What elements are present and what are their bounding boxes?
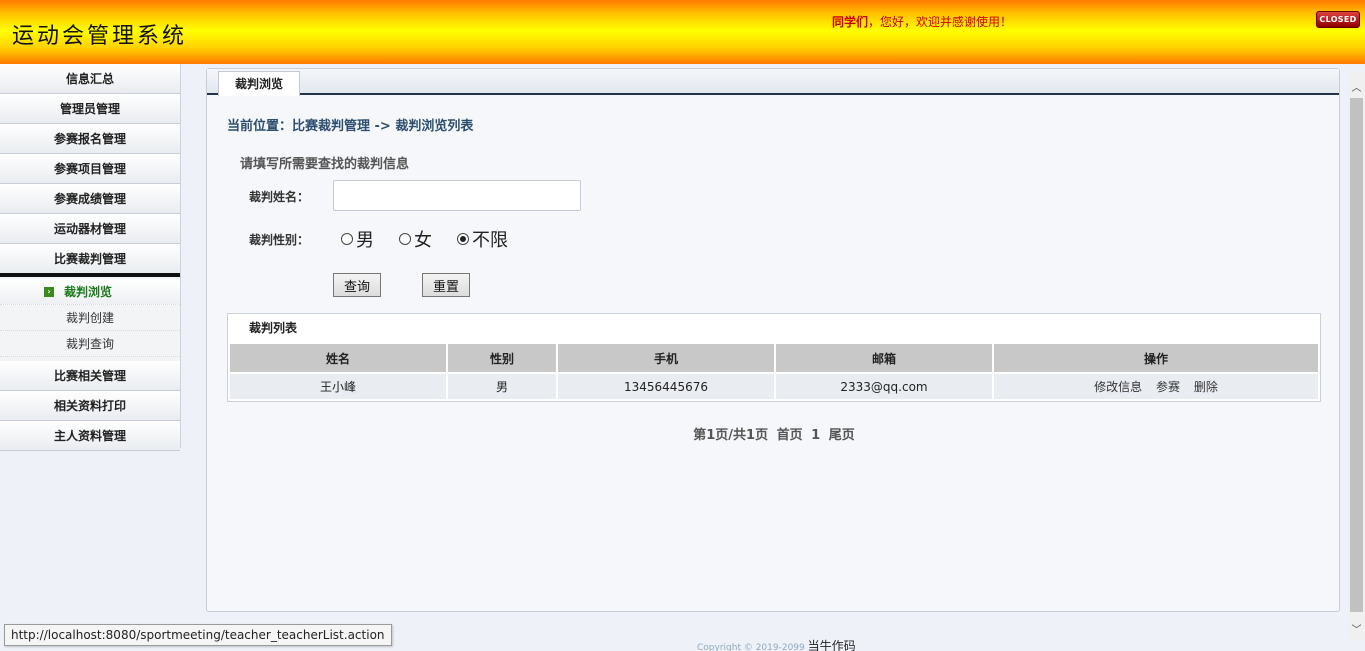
sidebar-item-registration[interactable]: 参赛报名管理 xyxy=(0,124,180,154)
edit-link[interactable]: 修改信息 xyxy=(1094,380,1142,394)
cell-phone: 13456445676 xyxy=(558,374,774,399)
gender-option-label: 女 xyxy=(414,230,432,251)
radio-checked-icon xyxy=(457,233,469,245)
sidebar-item-info-summary[interactable]: 信息汇总 xyxy=(0,64,180,94)
gender-radio-female[interactable]: 女 xyxy=(399,226,432,252)
welcome-message: 同学们，您好，欢迎并感谢使用！ xyxy=(832,13,1012,30)
gender-label: 裁判性别： xyxy=(249,233,310,247)
participate-link[interactable]: 参赛 xyxy=(1156,380,1180,394)
delete-link[interactable]: 删除 xyxy=(1194,380,1218,394)
sidebar-item-events[interactable]: 参赛项目管理 xyxy=(0,154,180,184)
pagination[interactable]: 第1页/共1页 首页 1 尾页 xyxy=(207,424,1341,443)
cell-email: 2333@qq.com xyxy=(776,374,992,399)
tab-referee-browse[interactable]: 裁判浏览 xyxy=(218,71,301,96)
sidebar-item-profile[interactable]: 主人资料管理 xyxy=(0,421,180,451)
column-header-gender: 性别 xyxy=(448,344,556,372)
sidebar-item-scores[interactable]: 参赛成绩管理 xyxy=(0,184,180,214)
referee-table: 姓名 性别 手机 邮箱 操作 王小峰 男 13456445676 2333@qq… xyxy=(228,342,1320,401)
cell-name: 王小峰 xyxy=(230,374,446,399)
referee-table-panel: 裁判列表 姓名 性别 手机 邮箱 操作 王小峰 男 13456445676 23… xyxy=(227,313,1321,402)
footer: Copyright © 2019-2099 当牛作码 xyxy=(697,637,856,651)
scroll-thumb[interactable] xyxy=(1350,98,1363,612)
cell-gender: 男 xyxy=(448,374,556,399)
status-bar-url: http://localhost:8080/sportmeeting/teach… xyxy=(4,624,392,646)
gender-radio-any[interactable]: 不限 xyxy=(457,226,508,252)
gender-option-label: 不限 xyxy=(472,230,508,251)
cell-actions: 修改信息 参赛 删除 xyxy=(994,374,1318,399)
radio-icon xyxy=(341,233,353,245)
submenu-item-label: 裁判浏览 xyxy=(64,285,113,299)
column-header-name: 姓名 xyxy=(230,344,446,372)
reset-button[interactable]: 重置 xyxy=(422,273,471,297)
submenu-item-query[interactable]: 裁判查询 xyxy=(0,331,180,357)
arrow-right-icon: › xyxy=(44,286,54,297)
table-header-row: 姓名 性别 手机 邮箱 操作 xyxy=(230,344,1318,372)
column-header-email: 邮箱 xyxy=(776,344,992,372)
gender-radio-male[interactable]: 男 xyxy=(341,226,374,252)
scroll-up-icon[interactable]: ︿ xyxy=(1348,78,1365,95)
sidebar-item-referees[interactable]: 比赛裁判管理 xyxy=(0,244,180,277)
submenu-item-browse[interactable]: › 裁判浏览 xyxy=(0,279,180,305)
app-header: 运动会管理系统 同学们，您好，欢迎并感谢使用！ CLOSED xyxy=(0,0,1365,64)
column-header-phone: 手机 xyxy=(558,344,774,372)
vertical-scrollbar[interactable]: ︿ ﹀ xyxy=(1348,72,1365,640)
column-header-actions: 操作 xyxy=(994,344,1318,372)
query-button[interactable]: 查询 xyxy=(333,273,382,297)
sidebar-item-competition[interactable]: 比赛相关管理 xyxy=(0,361,180,391)
referee-name-input[interactable] xyxy=(333,180,581,211)
copyright-text: Copyright © 2019-2099 xyxy=(697,643,805,651)
close-button[interactable]: CLOSED xyxy=(1316,11,1360,28)
app-title: 运动会管理系统 xyxy=(12,24,188,49)
sidebar-item-equipment[interactable]: 运动器材管理 xyxy=(0,214,180,244)
sidebar-item-admin[interactable]: 管理员管理 xyxy=(0,94,180,124)
author-text: 当牛作码 xyxy=(807,639,856,651)
breadcrumb: 当前位置：比赛裁判管理 -> 裁判浏览列表 xyxy=(227,119,474,134)
sidebar: 信息汇总 管理员管理 参赛报名管理 参赛项目管理 参赛成绩管理 运动器材管理 比… xyxy=(0,64,181,451)
referee-submenu: › 裁判浏览 裁判创建 裁判查询 xyxy=(0,277,180,361)
table-caption: 裁判列表 xyxy=(249,321,298,335)
welcome-text: ，您好，欢迎并感谢使用！ xyxy=(868,15,1013,29)
name-label: 裁判姓名： xyxy=(249,190,310,204)
submenu-item-create[interactable]: 裁判创建 xyxy=(0,305,180,331)
tab-bar: 裁判浏览 xyxy=(207,69,1339,96)
search-title: 请填写所需要查找的裁判信息 xyxy=(240,157,410,172)
sidebar-item-print[interactable]: 相关资料打印 xyxy=(0,391,180,421)
main-panel: 裁判浏览 当前位置：比赛裁判管理 -> 裁判浏览列表 请填写所需要查找的裁判信息… xyxy=(206,68,1340,612)
table-row: 王小峰 男 13456445676 2333@qq.com 修改信息 参赛 删除 xyxy=(230,374,1318,399)
gender-option-label: 男 xyxy=(356,230,374,251)
radio-icon xyxy=(399,233,411,245)
scroll-down-icon[interactable]: ﹀ xyxy=(1348,620,1365,637)
welcome-user: 同学们 xyxy=(832,15,869,29)
